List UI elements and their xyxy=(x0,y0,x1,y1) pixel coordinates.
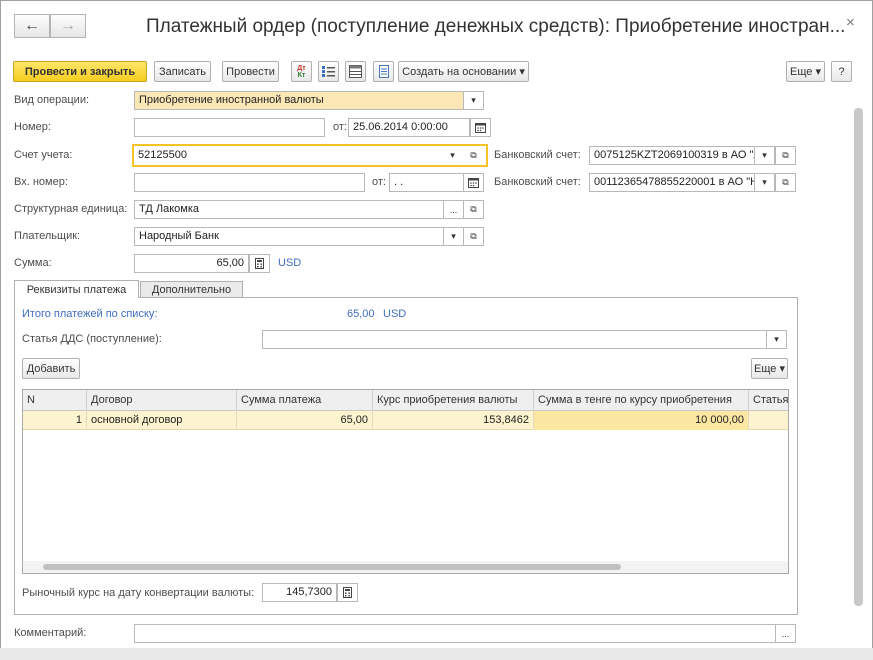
chevron-down-icon[interactable]: ▾ xyxy=(443,227,464,246)
tab-additional[interactable]: Дополнительно xyxy=(140,281,243,297)
column-header[interactable]: N xyxy=(23,390,87,411)
chevron-down-icon[interactable]: ▾ xyxy=(754,173,775,192)
cell-article xyxy=(749,411,788,430)
close-icon[interactable]: × xyxy=(846,14,855,31)
arrow-left-icon: ← xyxy=(24,17,40,34)
date-field[interactable]: 25.06.2014 0:00:00 xyxy=(348,118,470,137)
operation-type-label: Вид операции: xyxy=(14,94,90,106)
kt-label: Кт xyxy=(297,71,306,79)
calendar-button[interactable] xyxy=(470,118,491,137)
dt-label: Дт xyxy=(297,64,306,72)
cell-contract: основной договор xyxy=(87,411,237,430)
structure-button[interactable] xyxy=(318,61,339,82)
open-icon[interactable]: ⧉ xyxy=(463,227,484,246)
print-button[interactable] xyxy=(373,61,394,82)
operation-type-field[interactable]: Приобретение иностранной валюты xyxy=(134,91,464,110)
bank-account-1-field[interactable]: 0075125KZT2069100319 в АО "А xyxy=(589,146,755,165)
select-button[interactable]: ... xyxy=(775,624,796,643)
account-label: Счет учета: xyxy=(14,149,73,161)
incoming-number-field[interactable] xyxy=(134,173,365,192)
total-payments-currency: USD xyxy=(383,308,407,320)
payer-label: Плательщик: xyxy=(14,230,81,242)
calendar-button[interactable] xyxy=(463,173,484,192)
scroll-thumb[interactable] xyxy=(43,564,621,570)
arrow-right-icon: → xyxy=(60,17,76,34)
add-row-button[interactable]: Добавить xyxy=(22,358,80,379)
open-icon[interactable]: ⧉ xyxy=(775,173,796,192)
table-row[interactable]: 1 основной договор 65,00 153,8462 10 000… xyxy=(23,411,788,430)
calculator-button[interactable] xyxy=(337,583,358,602)
calculator-icon xyxy=(255,258,264,269)
open-icon[interactable]: ⧉ xyxy=(463,146,484,165)
list-checks-icon xyxy=(322,66,335,77)
post-and-close-button[interactable]: Провести и закрыть xyxy=(13,61,147,82)
cell-amount: 65,00 xyxy=(237,411,373,430)
calculator-button[interactable] xyxy=(249,254,270,273)
select-button[interactable]: ... xyxy=(443,200,464,219)
number-field[interactable] xyxy=(134,118,325,137)
amount-label: Сумма: xyxy=(14,257,52,269)
total-payments-value: 65,00 xyxy=(347,308,375,320)
comment-label: Комментарий: xyxy=(14,627,87,639)
post-button[interactable]: Провести xyxy=(222,61,279,82)
calendar-icon xyxy=(475,122,486,133)
comment-field[interactable] xyxy=(134,624,776,643)
open-icon[interactable]: ⧉ xyxy=(775,146,796,165)
cell-amount-kzt: 10 000,00 xyxy=(534,411,749,430)
journal-button[interactable] xyxy=(345,61,366,82)
market-rate-label: Рыночный курс на дату конвертации валюты… xyxy=(22,587,255,599)
total-payments-label: Итого платежей по списку: xyxy=(22,308,158,320)
bank-account-2-label: Банковский счет: xyxy=(494,176,581,188)
dt-kt-button[interactable]: Дт Кт xyxy=(291,61,312,82)
column-header[interactable]: Сумма в тенге по курсу приобретения xyxy=(534,390,749,411)
division-field[interactable]: ТД Лакомка xyxy=(134,200,444,219)
table-more-button[interactable]: Еще ▾ xyxy=(751,358,788,379)
table-icon xyxy=(349,65,362,78)
bank-account-1-label: Банковский счет: xyxy=(494,149,581,161)
account-field[interactable]: 52125500 xyxy=(132,144,488,167)
incoming-number-label: Вх. номер: xyxy=(14,176,68,188)
back-button[interactable]: ← xyxy=(14,14,50,38)
cell-rate: 153,8462 xyxy=(373,411,534,430)
vertical-scrollbar[interactable] xyxy=(854,108,863,606)
tab-payment-details[interactable]: Реквизиты платежа xyxy=(14,280,139,298)
payer-field[interactable]: Народный Банк xyxy=(134,227,444,246)
market-rate-field[interactable]: 145,7300 xyxy=(262,583,337,602)
table-header: N Договор Сумма платежа Курс приобретени… xyxy=(23,390,788,411)
document-icon xyxy=(378,65,389,78)
cashflow-field[interactable] xyxy=(262,330,767,349)
incoming-date-label: от: xyxy=(372,176,386,188)
column-header[interactable]: Курс приобретения валюты xyxy=(373,390,534,411)
cashflow-label: Статья ДДС (поступление): xyxy=(22,333,162,345)
save-button[interactable]: Записать xyxy=(154,61,211,82)
status-bar xyxy=(0,648,873,660)
bank-account-2-field[interactable]: 00112365478855220001 в АО "Н xyxy=(589,173,755,192)
create-based-on-button[interactable]: Создать на основании ▾ xyxy=(398,61,529,82)
division-label: Структурная единица: xyxy=(14,203,128,215)
dt-kt-icon: Дт Кт xyxy=(297,65,305,79)
payments-table: N Договор Сумма платежа Курс приобретени… xyxy=(22,389,789,574)
number-label: Номер: xyxy=(14,121,51,133)
column-header[interactable]: Договор xyxy=(87,390,237,411)
calculator-icon xyxy=(343,587,352,598)
amount-field[interactable]: 65,00 xyxy=(134,254,249,273)
more-button[interactable]: Еще ▾ xyxy=(786,61,825,82)
chevron-down-icon[interactable]: ▾ xyxy=(766,330,787,349)
currency-link[interactable]: USD xyxy=(278,257,301,269)
chevron-down-icon[interactable]: ▾ xyxy=(463,91,484,110)
incoming-date-field[interactable]: . . xyxy=(389,173,464,192)
chevron-down-icon[interactable]: ▾ xyxy=(442,146,463,165)
column-header[interactable]: Статья xyxy=(749,390,788,411)
calendar-icon xyxy=(468,177,479,188)
date-label: от: xyxy=(333,121,347,133)
horizontal-scrollbar[interactable] xyxy=(23,561,788,573)
help-button[interactable]: ? xyxy=(831,61,852,82)
cell-n: 1 xyxy=(23,411,87,430)
window-title: Платежный ордер (поступление денежных ср… xyxy=(146,16,846,37)
open-icon[interactable]: ⧉ xyxy=(463,200,484,219)
forward-button[interactable]: → xyxy=(50,14,86,38)
chevron-down-icon[interactable]: ▾ xyxy=(754,146,775,165)
column-header[interactable]: Сумма платежа xyxy=(237,390,373,411)
